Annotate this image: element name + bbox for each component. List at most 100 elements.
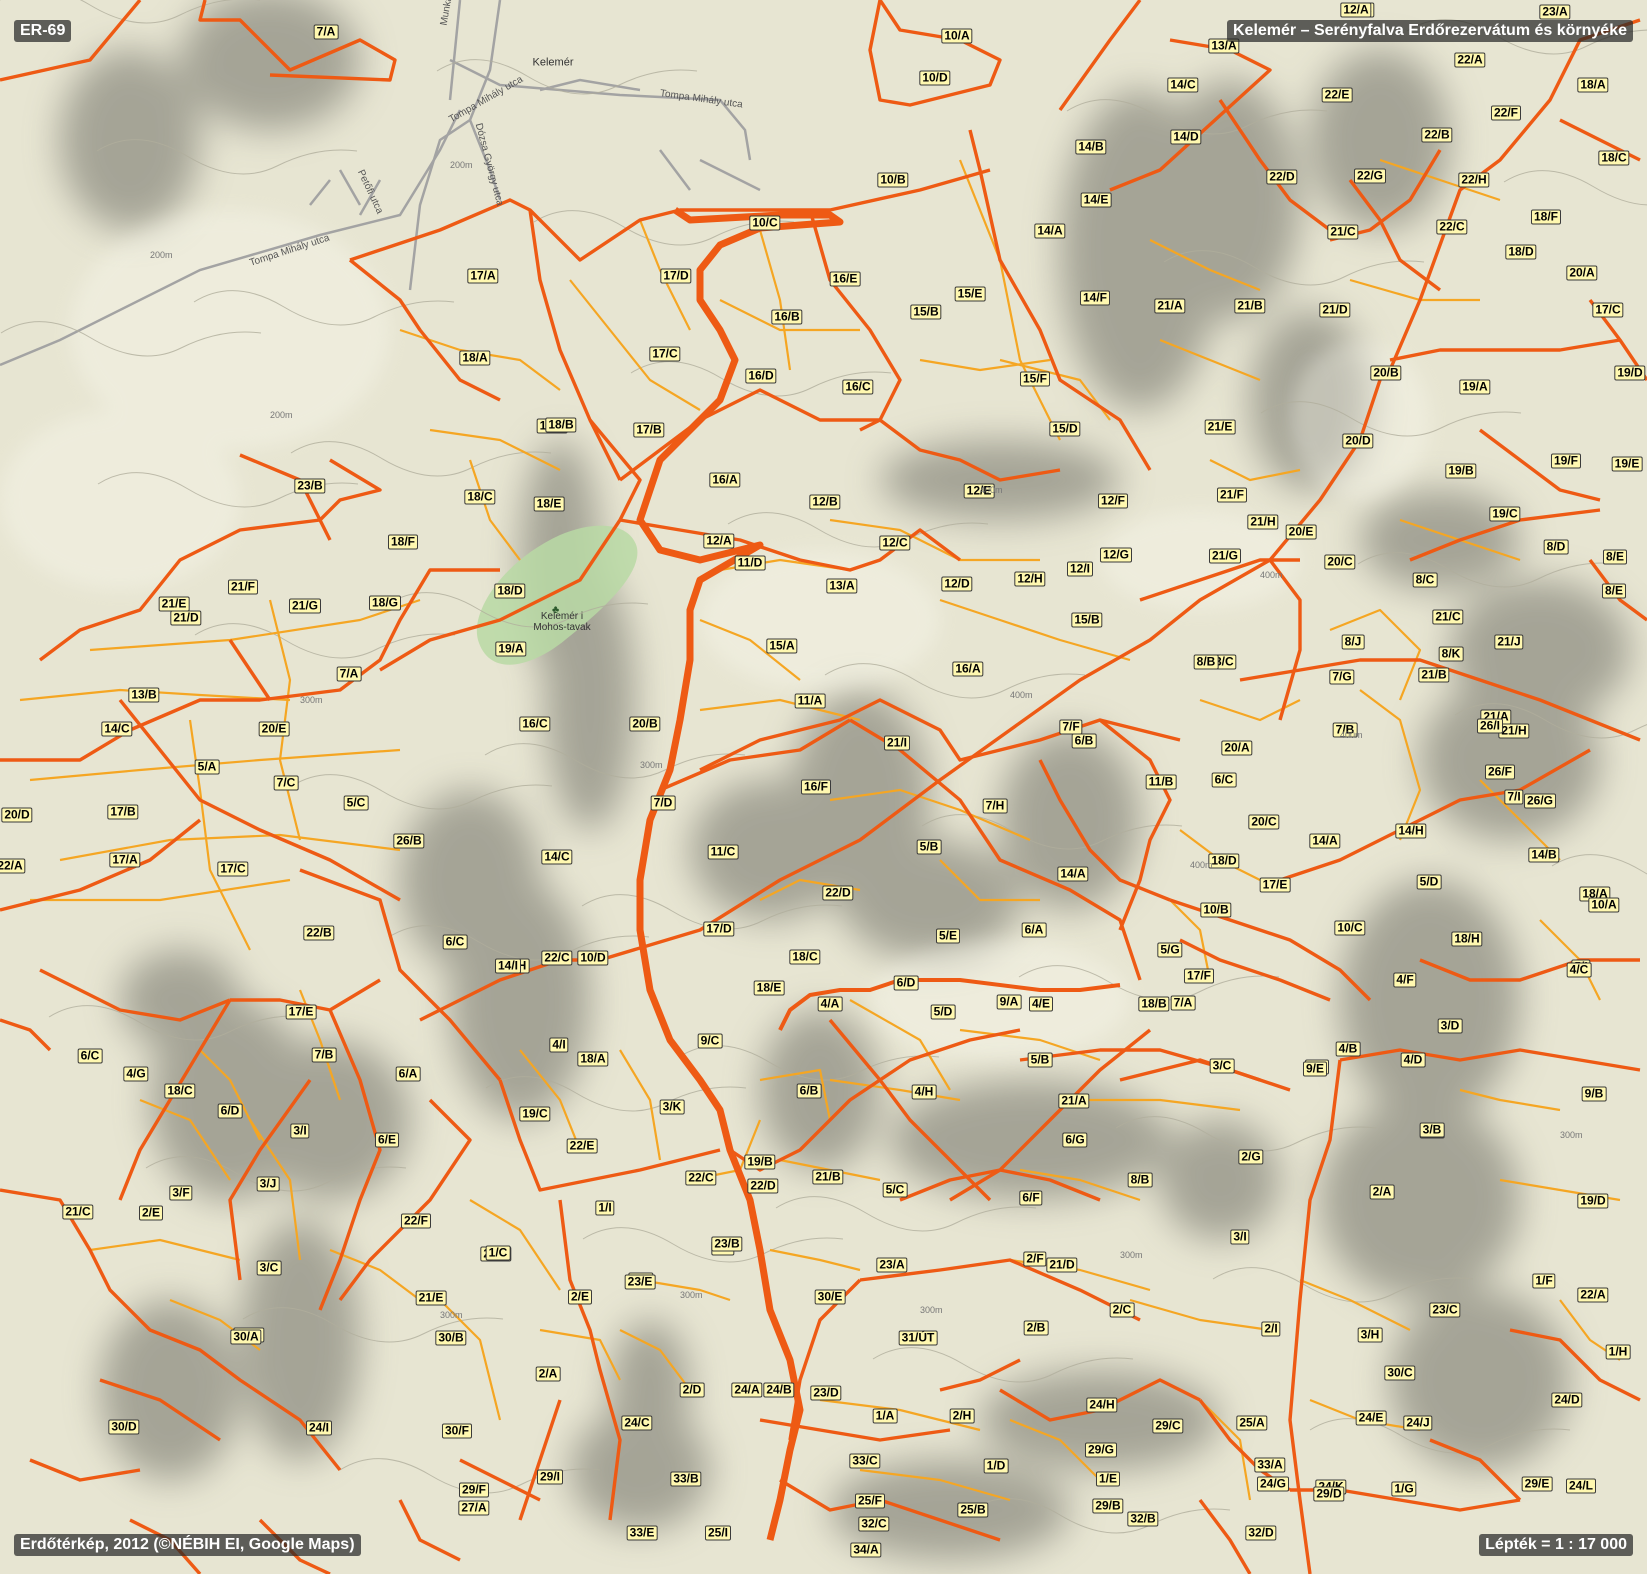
subcompartment-label: 34/A [850,1542,882,1558]
subcompartment-label: 4/G [123,1066,149,1082]
subcompartment-label: 6/B [1071,733,1097,749]
subcompartment-label: 3/J [256,1176,280,1192]
subcompartment-label: 21/D [1046,1257,1078,1273]
subcompartment-label: 12/C [879,535,911,551]
subcompartment-label: 3/K [659,1099,685,1115]
contour-label: 300m [1120,1250,1143,1260]
subcompartment-label: 8/B [1193,654,1219,670]
subcompartment-label: 15/B [910,304,942,320]
subcompartment-label: 2/E [567,1289,593,1305]
contour-label: 400m [1260,570,1283,580]
subcompartment-label: 29/I [536,1469,564,1485]
forest-map[interactable]: 7/A10/A10/D13/C12/A23/A13/A14/C22/A18/A2… [0,0,1647,1574]
subcompartment-label: 23/B [294,478,326,494]
subcompartment-label: 21/B [1234,298,1266,314]
subcompartment-label: 7/A [1170,995,1196,1011]
subcompartment-label: 22/D [822,885,854,901]
subcompartment-label: 15/B [1071,612,1103,628]
subcompartment-label: 7/A [336,666,362,682]
subcompartment-label: 22/F [1490,105,1522,121]
subcompartment-label: 3/C [256,1260,282,1276]
subcompartment-label: 9/B [1581,1086,1607,1102]
subcompartment-label: 11/B [1145,774,1177,790]
subcompartment-label: 2/A [1369,1184,1395,1200]
subcompartment-label: 6/B [796,1083,822,1099]
subcompartment-label: 19/D [1577,1193,1609,1209]
subcompartment-label: 9/A [996,994,1022,1010]
subcompartment-label: 12/F [1097,493,1129,509]
subcompartment-label: 14/A [1034,223,1066,239]
subcompartment-label: 2/B [1023,1320,1049,1336]
subcompartment-label: 24/A [731,1382,763,1398]
subcompartment-label: 14/B [1075,139,1107,155]
subcompartment-label: 21/F [1216,487,1248,503]
subcompartment-label: 21/E [158,596,190,612]
subcompartment-label: 14/D [1170,129,1202,145]
subcompartment-label: 19/E [1611,456,1643,472]
subcompartment-label: 13/A [826,578,858,594]
subcompartment-label: 22/C [1436,219,1468,235]
subcompartment-label: 1/G [1391,1481,1417,1497]
subcompartment-label: 15/A [766,638,798,654]
contour-label: 200m [150,250,173,260]
subcompartment-label: 6/C [1211,772,1237,788]
subcompartment-label: 14/E [1080,192,1112,208]
contour-label: 300m [440,1310,463,1320]
subcompartment-label: 20/E [258,721,290,737]
subcompartment-label: 14/I [494,958,522,974]
subcompartment-label: 17/B [633,422,665,438]
subcompartment-label: 26/F [1484,764,1516,780]
subcompartment-label: 4/F [1393,972,1417,988]
subcompartment-label: 22/A [0,858,26,874]
subcompartment-label: 29/F [458,1482,490,1498]
subcompartment-label: 20/A [1566,265,1598,281]
subcompartment-label: 16/C [519,716,551,732]
subcompartment-label: 27/A [458,1500,490,1516]
subcompartment-label: 18/E [533,496,565,512]
subcompartment-label: 3/H [1357,1327,1383,1343]
subcompartment-label: 12/A [703,533,735,549]
subcompartment-label: 19/A [1459,379,1491,395]
subcompartment-label: 21/J [1494,634,1524,650]
park-label: Kelemér i Mohos-tavak [533,611,591,633]
subcompartment-label: 2/F [1023,1251,1047,1267]
subcompartment-label: 6/A [1021,922,1047,938]
subcompartment-label: 22/A [1577,1287,1609,1303]
contour-label: 400m [1190,860,1213,870]
subcompartment-label: 32/C [858,1516,890,1532]
subcompartment-label: 7/D [650,795,676,811]
subcompartment-label: 14/A [1309,833,1341,849]
subcompartment-label: 6/C [442,934,468,950]
subcompartment-label: 6/A [395,1066,421,1082]
subcompartment-label: 22/C [541,950,573,966]
subcompartment-label: 13/B [128,687,160,703]
subcompartment-label: 12/G [1099,547,1133,563]
subcompartment-label: 21/G [288,598,322,614]
subcompartment-label: 20/B [629,716,661,732]
subcompartment-label: 18/H [1451,931,1483,947]
subcompartment-label: 22/G [1353,168,1387,184]
subcompartment-label: 17/A [467,268,499,284]
subcompartment-label: 33/E [626,1525,658,1541]
subcompartment-label: 20/D [1342,433,1374,449]
subcompartment-label: 3/I [1230,1229,1250,1245]
subcompartment-label: 17/A [109,852,141,868]
subcompartment-label: 1/F [1532,1273,1556,1289]
subcompartment-label: 30/C [1384,1365,1416,1381]
subcompartment-label: 5/E [935,928,961,944]
subcompartment-label: 5/B [1027,1052,1053,1068]
subcompartment-label: 19/C [519,1106,551,1122]
subcompartment-label: 23/A [876,1257,908,1273]
subcompartment-label: 5/C [343,795,369,811]
subcompartment-label: 20/C [1324,554,1356,570]
subcompartment-label: 29/E [1521,1476,1553,1492]
subcompartment-label: 17/C [649,346,681,362]
subcompartment-label: 17/E [285,1004,317,1020]
subcompartment-label: 14/C [1167,77,1199,93]
tree-icon: ♣ [552,604,560,616]
subcompartment-label: 18/E [753,980,785,996]
subcompartment-label: 19/F [1550,453,1582,469]
subcompartment-label: 20/A [1221,740,1253,756]
subcompartment-label: 22/C [685,1170,717,1186]
subcompartment-label: 24/C [621,1415,653,1431]
